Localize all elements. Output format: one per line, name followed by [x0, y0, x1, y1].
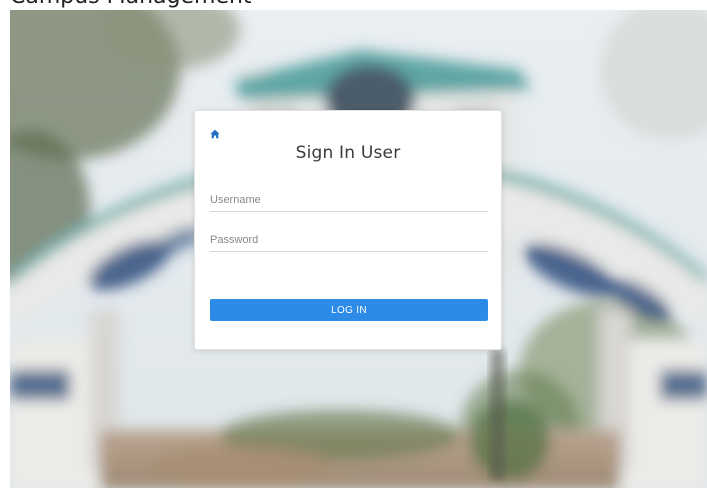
home-icon[interactable] [210, 126, 220, 139]
login-card: Sign In User LOG IN [194, 110, 502, 350]
password-input[interactable] [210, 228, 488, 252]
card-title: Sign In User [295, 143, 401, 163]
header-clipped-text: Campus Management [10, 0, 252, 9]
username-input[interactable] [210, 188, 488, 212]
header-strip: Campus Management [0, 0, 707, 10]
login-button[interactable]: LOG IN [210, 299, 488, 321]
